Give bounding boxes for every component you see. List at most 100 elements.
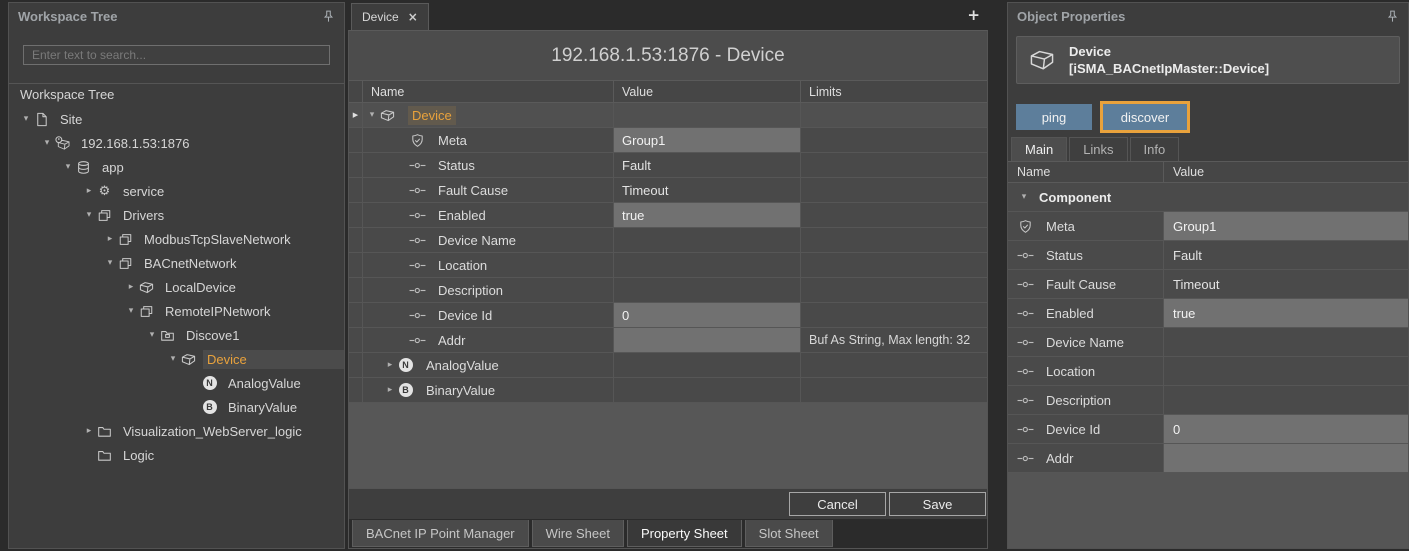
property-row-meta[interactable]: MetaGroup1 [1008,212,1408,241]
property-row-enabled[interactable]: Enabledtrue [1008,299,1408,328]
shield-check-icon [409,132,426,148]
search-input[interactable] [23,45,330,65]
grid-row-addr[interactable]: AddrBuf As String, Max length: 32 [349,328,987,353]
row-value-cell[interactable]: true [614,203,801,227]
tab-links[interactable]: Links [1069,137,1127,161]
grid-row-binaryvalue[interactable]: ▸BBinaryValue [349,378,987,403]
view-tab-property-sheet[interactable]: Property Sheet [627,520,742,547]
layers-icon [96,207,113,223]
tree-item-discove1[interactable]: ▾Discove1 [9,323,344,347]
tree-item-drivers[interactable]: ▾Drivers [9,203,344,227]
row-name-label: Fault Cause [438,183,508,198]
tree-item-label: service [119,182,168,201]
column-header-limits[interactable]: Limits [801,81,987,102]
column-header-value[interactable]: Value [614,81,801,102]
grid-row-device[interactable]: ▶▾Device [349,103,987,128]
discover-button[interactable]: discover [1100,101,1190,133]
left-margin [0,0,8,551]
row-value-cell[interactable]: 0 [614,303,801,327]
group-label: Component [1039,190,1111,205]
chevron-down-icon[interactable]: ▾ [166,354,180,364]
row-value-cell[interactable] [614,328,801,352]
grid-row-enabled[interactable]: Enabled true [349,203,987,228]
chevron-down-icon[interactable]: ▾ [1017,192,1031,202]
row-value-cell [614,253,801,277]
tree-item-analogvalue[interactable]: NAnalogValue [9,371,344,395]
tab-main[interactable]: Main [1011,137,1067,161]
property-row-location[interactable]: Location [1008,357,1408,386]
property-name-cell: Device Name [1008,328,1164,356]
row-limits-cell [801,378,987,402]
property-row-addr[interactable]: Addr [1008,444,1408,473]
tree-item-visualization-webserver-logic[interactable]: ▸Visualization_WebServer_logic [9,419,344,443]
column-header-name[interactable]: Name [363,81,614,102]
tab-device[interactable]: Device × [351,3,429,30]
tree-item-service[interactable]: ▸⚙service [9,179,344,203]
tree-item-remoteipnetwork[interactable]: ▾RemoteIPNetwork [9,299,344,323]
tree-item-192-168-1-53-1876[interactable]: ▾192.168.1.53:1876 [9,131,344,155]
slot-icon [409,332,426,348]
grid-row-analogvalue[interactable]: ▸NAnalogValue [349,353,987,378]
tree-item-logic[interactable]: Logic [9,443,344,467]
tree-item-bacnetnetwork[interactable]: ▾BACnetNetwork [9,251,344,275]
chevron-right-icon[interactable]: ▸ [82,186,96,196]
chevron-down-icon[interactable]: ▾ [19,114,33,124]
document-tabbar: Device × + [348,2,988,30]
chevron-down-icon[interactable]: ▾ [82,210,96,220]
grid-row-device-name[interactable]: Device Name [349,228,987,253]
property-value-cell[interactable]: true [1164,299,1408,327]
grid-row-description[interactable]: Description [349,278,987,303]
tab-info[interactable]: Info [1130,137,1180,161]
chevron-right-icon[interactable]: ▸ [124,282,138,292]
tree-item-binaryvalue[interactable]: BBinaryValue [9,395,344,419]
chevron-down-icon[interactable]: ▾ [61,162,75,172]
chevron-down-icon[interactable]: ▾ [145,330,159,340]
property-row-device-name[interactable]: Device Name [1008,328,1408,357]
shield-check-icon [1017,218,1034,234]
grid-row-location[interactable]: Location [349,253,987,278]
tree-item-site[interactable]: ▾Site [9,107,344,131]
property-row-status[interactable]: StatusFault [1008,241,1408,270]
row-value-cell[interactable]: Group1 [614,128,801,152]
property-row-device-id[interactable]: Device Id0 [1008,415,1408,444]
column-header-name[interactable]: Name [1008,162,1164,182]
tree-item-localdevice[interactable]: ▸LocalDevice [9,275,344,299]
tree-item-app[interactable]: ▾app [9,155,344,179]
chevron-right-icon[interactable]: ▸ [383,385,397,395]
view-tab-slot-sheet[interactable]: Slot Sheet [745,520,833,547]
chevron-right-icon[interactable]: ▸ [383,360,397,370]
cancel-button[interactable]: Cancel [789,492,886,516]
save-button[interactable]: Save [889,492,986,516]
property-name-cell: Fault Cause [1008,270,1164,298]
grid-row-device-id[interactable]: Device Id0 [349,303,987,328]
chevron-down-icon[interactable]: ▾ [365,110,379,120]
view-tab-bacnet-ip-point-manager[interactable]: BACnet IP Point Manager [352,520,529,547]
chevron-down-icon[interactable]: ▾ [124,306,138,316]
slot-icon [1017,421,1034,437]
view-tab-wire-sheet[interactable]: Wire Sheet [532,520,624,547]
grid-row-meta[interactable]: MetaGroup1 [349,128,987,153]
property-value-cell[interactable]: 0 [1164,415,1408,443]
chevron-down-icon[interactable]: ▾ [40,138,54,148]
pin-icon[interactable] [321,9,335,23]
chevron-right-icon[interactable]: ▸ [103,234,117,244]
tree-item-device[interactable]: ▾Device [9,347,344,371]
property-row-description[interactable]: Description [1008,386,1408,415]
ping-button[interactable]: ping [1016,104,1092,130]
grid-row-fault-cause[interactable]: Fault CauseTimeout [349,178,987,203]
grid-row-status[interactable]: StatusFault [349,153,987,178]
pin-icon[interactable] [1385,9,1399,23]
row-limits-cell [801,153,987,177]
property-group-component[interactable]: ▾ Component [1008,183,1408,212]
property-value-cell[interactable] [1164,444,1408,472]
folder-icon [96,447,113,463]
add-tab-icon[interactable]: + [967,6,980,24]
close-icon[interactable]: × [408,10,418,24]
row-name-label: Enabled [438,208,486,223]
property-value-cell[interactable]: Group1 [1164,212,1408,240]
property-row-fault-cause[interactable]: Fault CauseTimeout [1008,270,1408,299]
chevron-down-icon[interactable]: ▾ [103,258,117,268]
column-header-value[interactable]: Value [1164,162,1408,182]
chevron-right-icon[interactable]: ▸ [82,426,96,436]
tree-item-modbustcpslavenetwork[interactable]: ▸ModbusTcpSlaveNetwork [9,227,344,251]
